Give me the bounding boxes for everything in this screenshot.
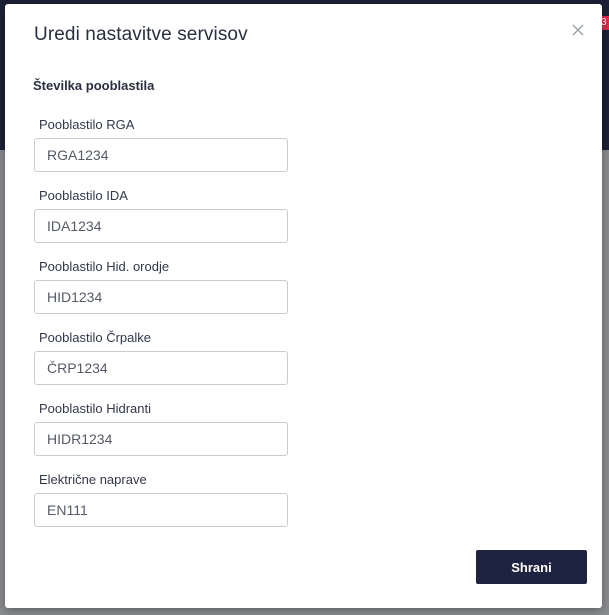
modal-title: Uredi nastavitve servisov [34,24,248,45]
section-title-authorization-number: Številka pooblastila [33,78,155,93]
rga-input[interactable] [34,138,288,172]
field-ida: Pooblastilo IDA [34,187,288,243]
field-hydrants: Pooblastilo Hidranti [34,400,288,456]
ida-input[interactable] [34,209,288,243]
close-icon [572,24,584,36]
field-hydraulic-tools: Pooblastilo Hid. orodje [34,258,288,314]
field-label-hydraulic-tools: Pooblastilo Hid. orodje [39,259,170,274]
edit-service-settings-modal: Uredi nastavitve servisov Številka poobl… [5,4,602,608]
field-label-ida: Pooblastilo IDA [39,188,128,203]
field-pumps: Pooblastilo Črpalke [34,329,288,385]
field-label-pumps: Pooblastilo Črpalke [39,330,152,345]
notification-badge: 3 [601,16,609,30]
close-button[interactable] [572,24,588,40]
pumps-input[interactable] [34,351,288,385]
field-electrical-devices: Električne naprave [34,471,288,527]
hydraulic-tools-input[interactable] [34,280,288,314]
field-label-rga: Pooblastilo RGA [39,117,135,132]
electrical-devices-input[interactable] [34,493,288,527]
field-rga: Pooblastilo RGA [34,116,288,172]
hydrants-input[interactable] [34,422,288,456]
field-label-electrical-devices: Električne naprave [39,472,147,487]
field-label-hydrants: Pooblastilo Hidranti [39,401,152,416]
save-button[interactable]: Shrani [476,550,587,584]
